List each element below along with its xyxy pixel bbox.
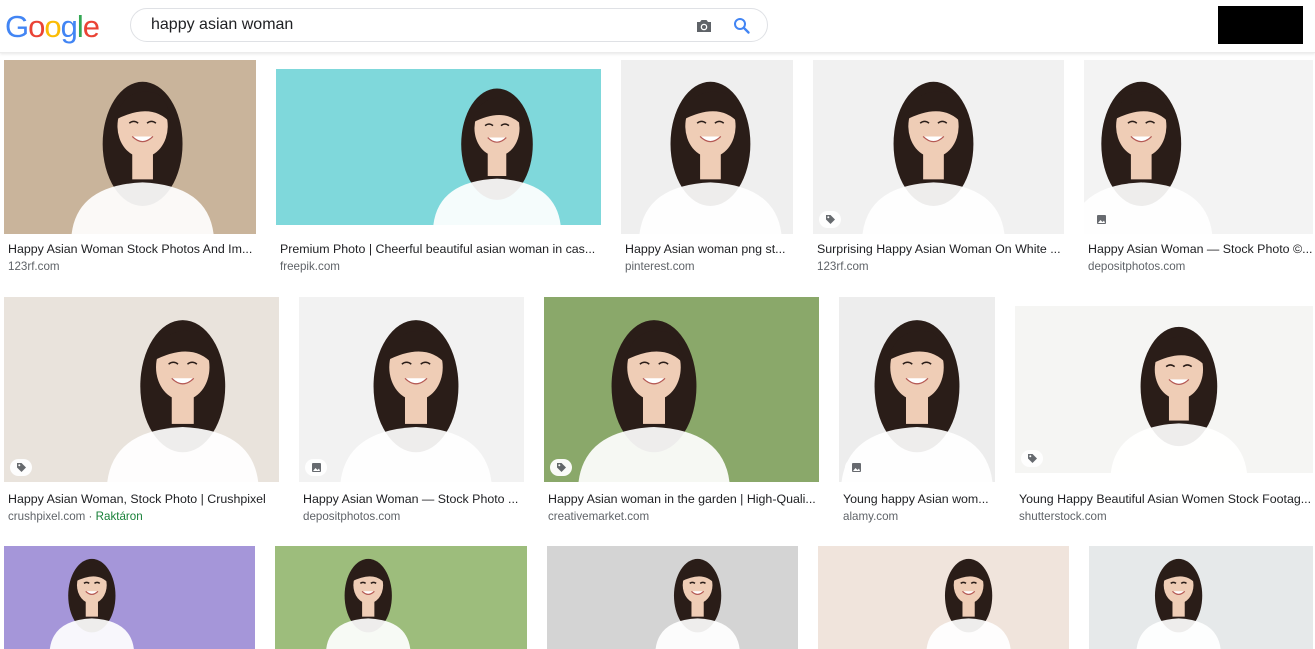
result-title[interactable]: Happy Asian woman png st... xyxy=(625,242,793,256)
result-source-domain: depositphotos.com xyxy=(303,510,401,523)
woman-photo-illustration xyxy=(49,558,134,649)
result-thumbnail[interactable] xyxy=(818,546,1069,649)
result-source[interactable]: 123rf.com xyxy=(817,260,869,273)
result-source[interactable]: shutterstock.com xyxy=(1019,510,1107,523)
search-box xyxy=(130,8,768,42)
result-source[interactable]: alamy.com xyxy=(843,510,898,523)
result-title[interactable]: Happy Asian Woman Stock Photos And Im... xyxy=(8,242,256,256)
result-source-domain: 123rf.com xyxy=(817,260,869,273)
result-thumbnail[interactable] xyxy=(299,297,524,482)
tag-icon xyxy=(1021,450,1043,467)
woman-photo-illustration xyxy=(926,558,1011,649)
woman-photo-illustration xyxy=(1084,81,1213,234)
result-source-domain: depositphotos.com xyxy=(1088,260,1186,273)
search-input[interactable] xyxy=(151,14,671,36)
result-thumbnail[interactable] xyxy=(813,60,1064,234)
result-title[interactable]: Premium Photo | Cheerful beautiful asian… xyxy=(280,242,601,256)
source-separator: · xyxy=(85,510,96,523)
woman-photo-illustration xyxy=(578,320,730,482)
result-source-domain: pinterest.com xyxy=(625,260,695,273)
result-title[interactable]: Young happy Asian wom... xyxy=(843,492,995,506)
result-thumbnail[interactable] xyxy=(4,546,255,649)
result-title[interactable]: Happy Asian woman in the garden | High-Q… xyxy=(548,492,819,506)
result-title[interactable]: Happy Asian Woman — Stock Photo ©... xyxy=(1088,242,1313,256)
result-source-domain: freepik.com xyxy=(280,260,340,273)
result-thumbnail[interactable] xyxy=(547,546,798,649)
result-title[interactable]: Surprising Happy Asian Woman On White ..… xyxy=(817,242,1064,256)
logo-letter: o xyxy=(44,9,61,44)
tag-icon xyxy=(819,211,841,228)
woman-photo-illustration xyxy=(326,558,411,649)
tag-icon xyxy=(10,459,32,476)
result-source[interactable]: depositphotos.com xyxy=(303,510,400,523)
logo-letter: g xyxy=(60,9,78,44)
woman-photo-illustration xyxy=(655,558,740,649)
result-title[interactable]: Happy Asian Woman — Stock Photo ... xyxy=(303,492,524,506)
woman-photo-illustration xyxy=(841,320,993,482)
result-source[interactable]: crushpixel.com · Raktáron xyxy=(8,510,143,523)
woman-photo-illustration xyxy=(340,320,492,482)
result-thumbnail[interactable] xyxy=(275,546,527,649)
in-stock-label: Raktáron xyxy=(95,510,143,523)
result-source-domain: shutterstock.com xyxy=(1019,510,1107,523)
result-thumbnail[interactable] xyxy=(276,69,601,225)
logo-letter: G xyxy=(5,9,29,44)
image-icon xyxy=(845,459,867,476)
result-thumbnail[interactable] xyxy=(621,60,793,234)
woman-photo-illustration xyxy=(1136,558,1221,649)
result-source-domain: alamy.com xyxy=(843,510,899,523)
result-source[interactable]: 123rf.com xyxy=(8,260,60,273)
woman-photo-illustration xyxy=(433,88,561,225)
google-logo[interactable]: Google xyxy=(5,9,100,45)
image-icon xyxy=(305,459,327,476)
result-source[interactable]: pinterest.com xyxy=(625,260,695,273)
result-source-domain: 123rf.com xyxy=(8,260,60,273)
result-thumbnail[interactable] xyxy=(1015,306,1313,473)
woman-photo-illustration xyxy=(862,81,1005,234)
result-source-domain: creativemarket.com xyxy=(548,510,650,523)
result-source-domain: crushpixel.com xyxy=(8,510,86,523)
result-title[interactable]: Happy Asian Woman, Stock Photo | Crushpi… xyxy=(8,492,279,506)
result-thumbnail[interactable] xyxy=(4,60,256,234)
woman-photo-illustration xyxy=(639,81,782,234)
result-thumbnail[interactable] xyxy=(1089,546,1313,649)
image-icon xyxy=(1090,211,1112,228)
tag-icon xyxy=(550,459,572,476)
result-source[interactable]: freepik.com xyxy=(280,260,340,273)
result-source[interactable]: creativemarket.com xyxy=(548,510,649,523)
redacted-account-area xyxy=(1218,6,1303,44)
woman-photo-illustration xyxy=(1110,326,1248,473)
result-thumbnail[interactable] xyxy=(544,297,819,482)
top-bar: Google xyxy=(0,0,1315,53)
camera-icon[interactable] xyxy=(694,16,714,36)
logo-letter: e xyxy=(82,9,100,44)
woman-photo-illustration xyxy=(107,320,259,482)
result-title[interactable]: Young Happy Beautiful Asian Women Stock … xyxy=(1019,492,1313,506)
result-thumbnail[interactable] xyxy=(1084,60,1313,234)
logo-letter: o xyxy=(28,9,45,44)
woman-photo-illustration xyxy=(71,81,214,234)
result-source[interactable]: depositphotos.com xyxy=(1088,260,1185,273)
result-thumbnail[interactable] xyxy=(839,297,995,482)
search-icon[interactable] xyxy=(732,16,752,36)
result-thumbnail[interactable] xyxy=(4,297,279,482)
